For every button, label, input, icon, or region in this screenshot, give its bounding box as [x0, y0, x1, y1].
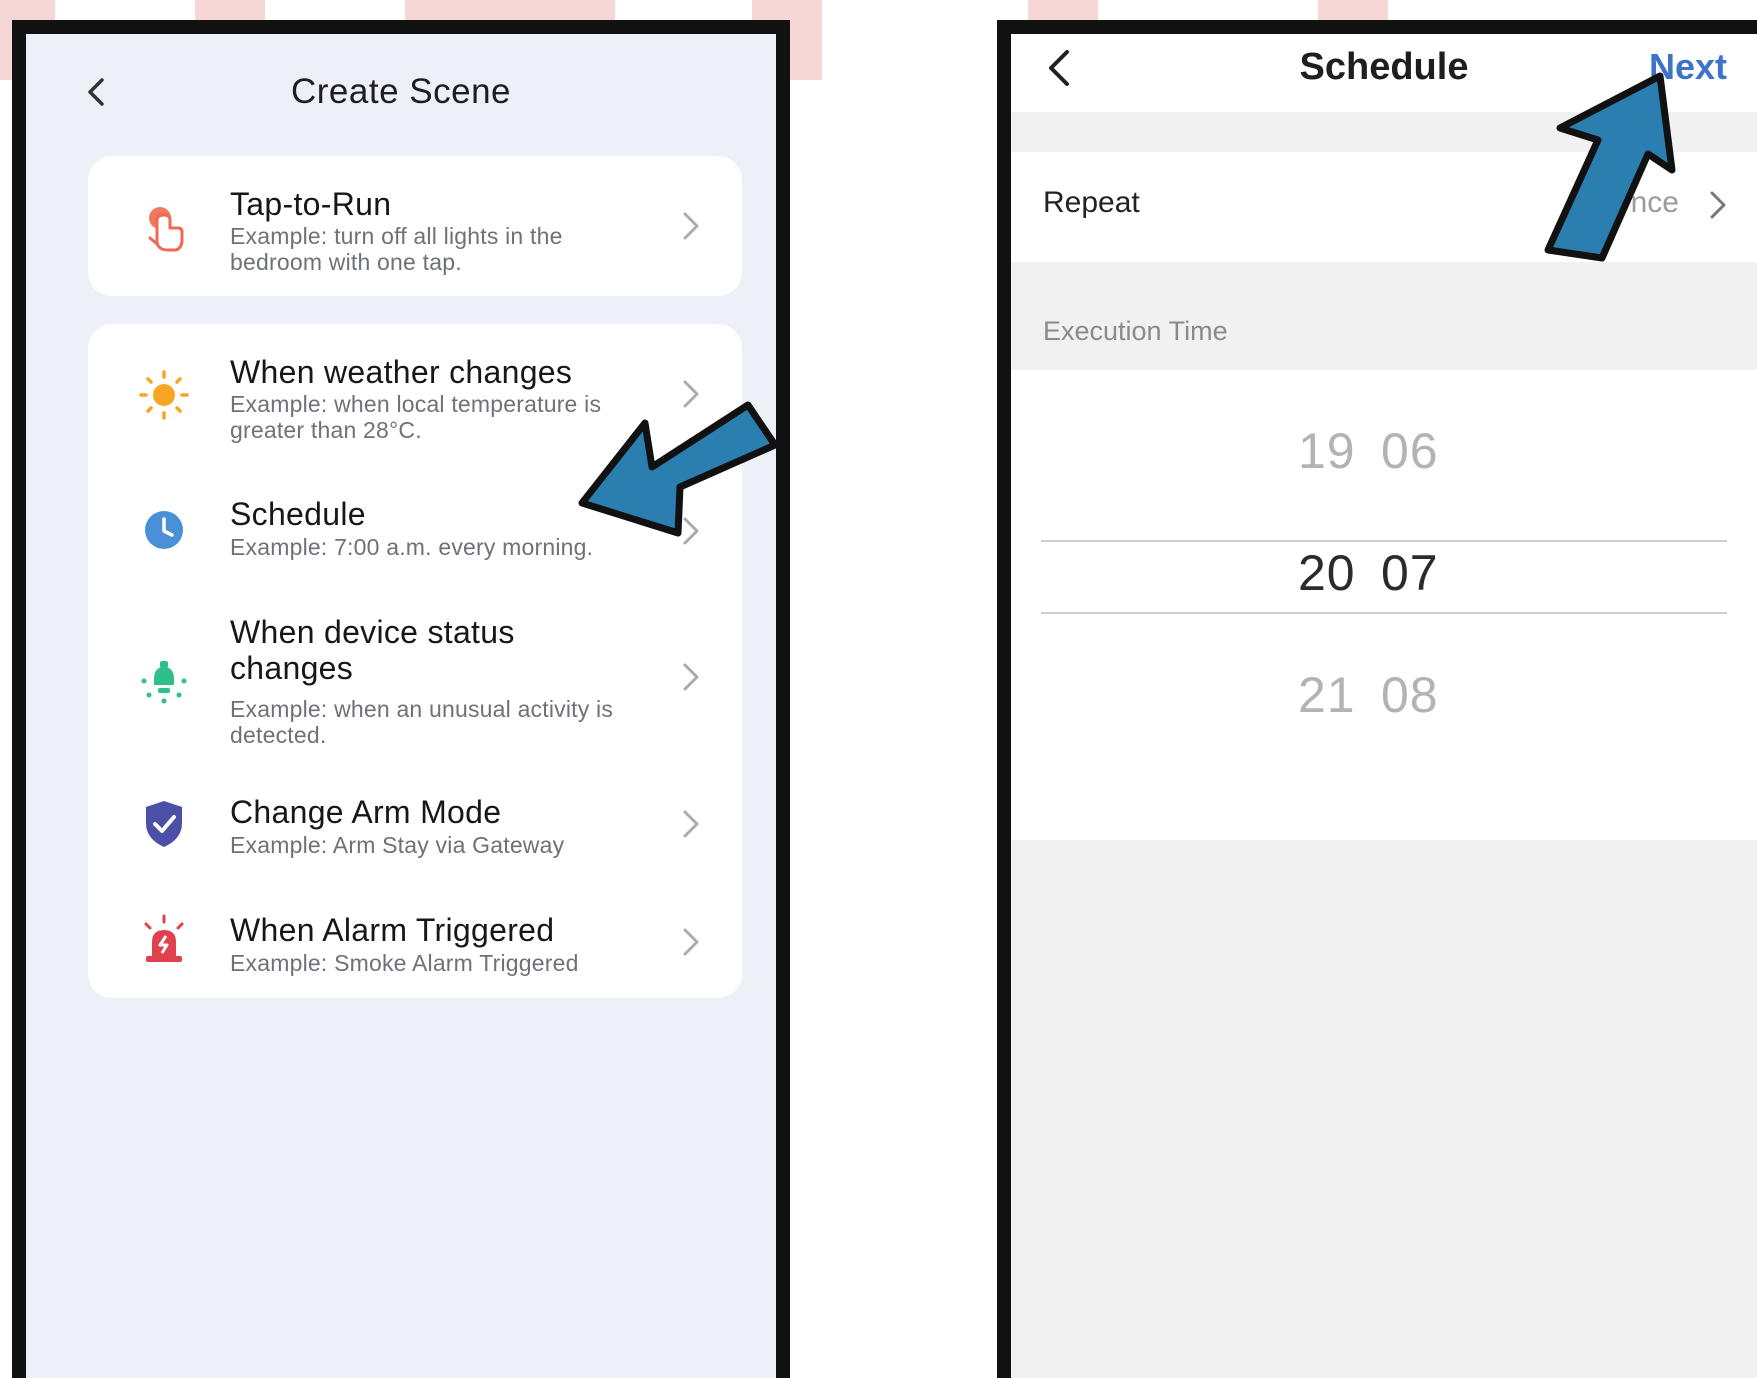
chevron-right-icon	[683, 928, 699, 956]
chevron-right-icon	[683, 212, 699, 240]
option-description: Example: 7:00 a.m. every morning.	[230, 534, 594, 560]
create-scene-screen: Create Scene Tap-to-Run Example: turn of…	[26, 34, 776, 1378]
scene-option-device-status[interactable]: When device status changes Example: when…	[88, 592, 742, 762]
header: Schedule Next	[1011, 34, 1757, 112]
page-title: Create Scene	[290, 72, 512, 111]
alarm-siren-icon	[144, 914, 184, 962]
picker-row-above[interactable]: 19 06	[1011, 422, 1757, 502]
chevron-right-icon	[1710, 191, 1726, 219]
clock-icon	[145, 511, 183, 549]
picker-hour: 21	[1298, 667, 1356, 723]
scene-option-schedule[interactable]: Schedule Example: 7:00 a.m. every mornin…	[88, 474, 742, 592]
picker-minute: 07	[1381, 545, 1439, 601]
chevron-right-icon	[683, 810, 699, 838]
shield-check-icon	[146, 801, 182, 847]
option-description: Example: when an unusual activity is det…	[230, 696, 614, 748]
repeat-value: Once	[1607, 186, 1679, 219]
phone-create-scene: Create Scene Tap-to-Run Example: turn of…	[12, 20, 790, 1378]
chevron-right-icon	[683, 663, 699, 691]
scene-option-alarm-triggered[interactable]: When Alarm Triggered Example: Smoke Alar…	[88, 880, 742, 998]
time-picker[interactable]: 19 06 20 07 21 08	[1011, 370, 1757, 840]
option-description: Example: turn off all lights in the bedr…	[230, 223, 563, 275]
tap-to-run-card: Tap-to-Run Example: turn off all lights …	[88, 156, 742, 296]
picker-divider	[1041, 612, 1727, 614]
option-title: When weather changes	[230, 354, 573, 390]
picker-divider	[1041, 540, 1727, 542]
sun-icon	[139, 370, 189, 420]
option-title: Tap-to-Run	[230, 186, 392, 222]
scene-option-arm-mode[interactable]: Change Arm Mode Example: Arm Stay via Ga…	[88, 762, 742, 880]
option-title: When device status changes	[230, 614, 515, 686]
picker-minute: 08	[1381, 667, 1439, 723]
option-title: Schedule	[230, 496, 366, 532]
option-description: Example: Smoke Alarm Triggered	[230, 950, 579, 976]
option-title: When Alarm Triggered	[230, 912, 555, 948]
chevron-right-icon	[683, 380, 699, 408]
execution-time-label: Execution Time	[1043, 316, 1228, 346]
scene-option-weather[interactable]: When weather changes Example: when local…	[88, 324, 742, 474]
next-button[interactable]: Next	[1649, 46, 1727, 88]
device-bulb-icon	[141, 661, 187, 704]
schedule-screen: Schedule Next Repeat Once Execution Time…	[1011, 34, 1757, 1378]
header: Create Scene	[26, 34, 776, 144]
repeat-label: Repeat	[1043, 186, 1140, 219]
picker-row-below[interactable]: 21 08	[1011, 666, 1757, 746]
phone-schedule: Schedule Next Repeat Once Execution Time…	[997, 20, 1757, 1378]
picker-hour: 20	[1298, 545, 1356, 601]
page-title: Schedule	[1299, 46, 1469, 88]
automation-card: When weather changes Example: when local…	[88, 324, 742, 998]
chevron-right-icon	[683, 517, 699, 545]
picker-minute: 06	[1381, 423, 1439, 479]
option-description: Example: Arm Stay via Gateway	[230, 832, 565, 858]
option-title: Change Arm Mode	[230, 794, 502, 830]
repeat-row[interactable]: Repeat Once	[1011, 152, 1757, 262]
option-description: Example: when local temperature is great…	[230, 391, 602, 443]
tap-icon	[148, 207, 184, 252]
picker-hour: 19	[1298, 423, 1356, 479]
scene-option-tap-to-run[interactable]: Tap-to-Run Example: turn off all lights …	[88, 156, 742, 296]
